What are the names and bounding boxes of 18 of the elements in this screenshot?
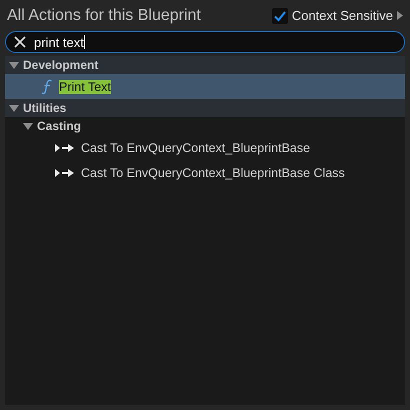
clear-icon[interactable]: [14, 36, 26, 48]
exec-arrow-icon: [55, 142, 75, 152]
action-item[interactable]: Cast To EnvQueryContext_BlueprintBase Class: [5, 160, 405, 185]
search-field[interactable]: print text: [5, 31, 405, 53]
category-label[interactable]: Utilities: [23, 101, 66, 115]
collapse-arrow-icon[interactable]: [23, 122, 33, 130]
context-sensitive-checkbox[interactable]: [272, 8, 288, 24]
collapse-arrow-icon[interactable]: [9, 62, 19, 68]
category-label[interactable]: Casting: [37, 119, 82, 133]
collapse-arrow-icon[interactable]: [9, 104, 19, 112]
action-item[interactable]: Cast To EnvQueryContext_BlueprintBase: [5, 135, 405, 160]
function-icon: [41, 78, 53, 94]
exec-arrow-icon: [55, 168, 75, 178]
expand-arrow-icon[interactable]: [397, 11, 403, 20]
action-item[interactable]: Print Text: [5, 74, 405, 99]
category-label[interactable]: Development: [23, 58, 98, 72]
panel-title: All Actions for this Blueprint: [7, 6, 201, 24]
context-sensitive-label: Context Sensitive: [292, 8, 393, 23]
